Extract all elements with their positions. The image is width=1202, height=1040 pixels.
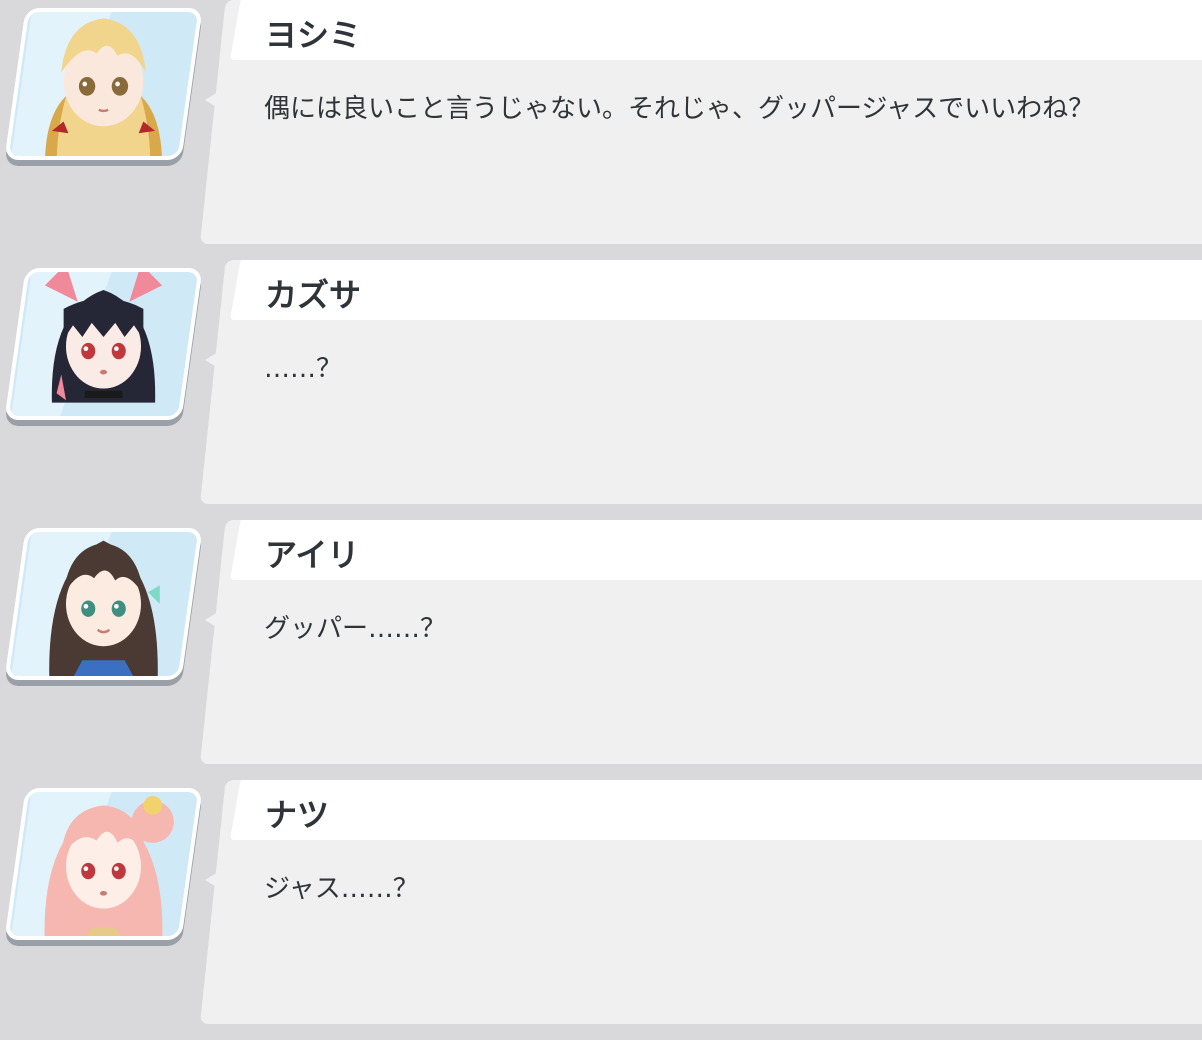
- natsu-portrait-icon: [9, 788, 198, 940]
- dialogue-entry: カズサ ……？: [0, 260, 1202, 520]
- dialogue-text: ……？: [264, 354, 343, 384]
- speaker-avatar[interactable]: [4, 788, 203, 940]
- dialogue-text: グッパー……？: [264, 614, 447, 644]
- speaker-name: ナツ: [265, 796, 330, 834]
- speaker-avatar[interactable]: [4, 268, 203, 420]
- dialogue-text: ジャス……？: [264, 874, 419, 904]
- speaker-name: アイリ: [265, 536, 360, 574]
- dialogue-entry: ナツ ジャス……？: [0, 780, 1202, 1040]
- speaker-avatar[interactable]: [4, 8, 203, 160]
- dialogue-text: 偶には良いこと言うじゃない。それじゃ、グッパージャスでいいわね？: [264, 94, 1095, 124]
- dialogue-entry: ヨシミ 偶には良いこと言うじゃない。それじゃ、グッパージャスでいいわね？: [0, 0, 1202, 260]
- speaker-avatar[interactable]: [4, 528, 203, 680]
- speaker-name: ヨシミ: [265, 16, 362, 54]
- dialogue-entry: アイリ グッパー……？: [0, 520, 1202, 780]
- kazusa-portrait-icon: [9, 268, 198, 420]
- airi-portrait-icon: [9, 528, 198, 680]
- speaker-name: カズサ: [265, 276, 362, 314]
- yoshimi-portrait-icon: [9, 8, 198, 160]
